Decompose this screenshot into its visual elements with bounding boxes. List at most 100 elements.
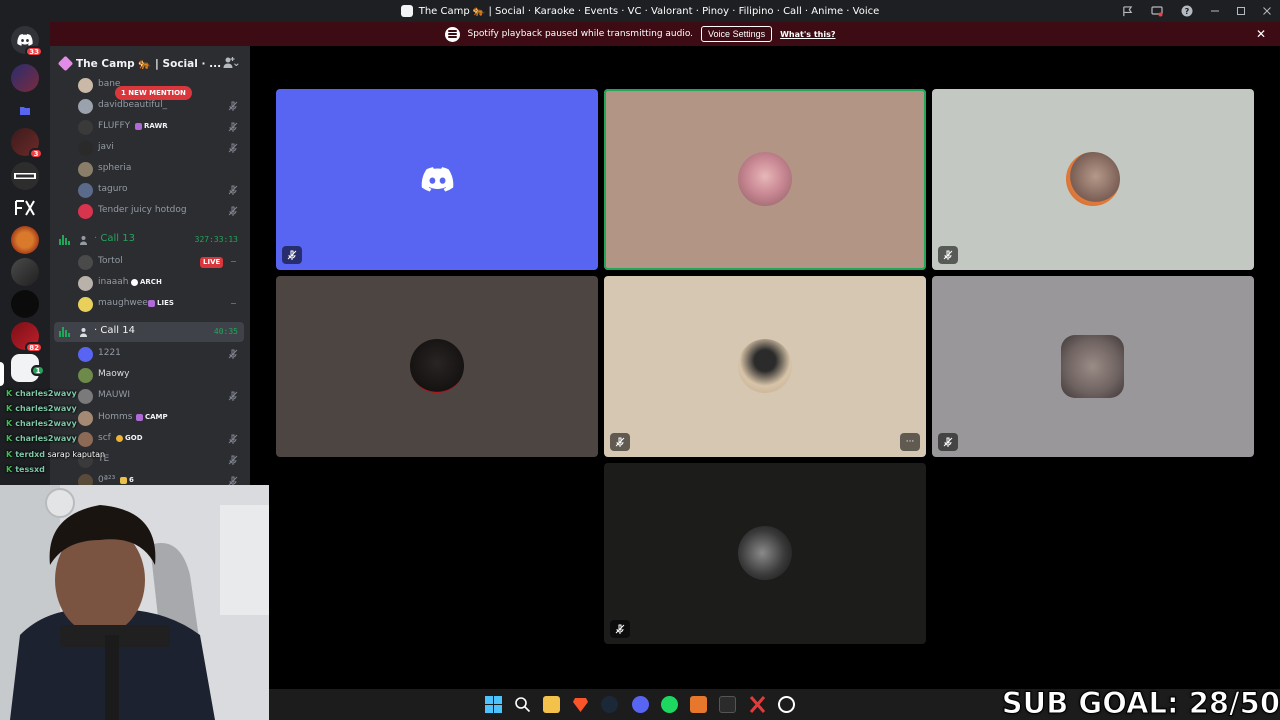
voice-channel-call-14[interactable]: · Call 14 40:35: [54, 322, 244, 342]
server-icon-1[interactable]: [11, 64, 39, 92]
server-icon-5[interactable]: 82: [11, 322, 43, 353]
member-name: davidbeautiful_: [98, 100, 168, 110]
channel-sidebar: The Camp 🐅 | Social · ... ⌄ 1 NEW MENTIO…: [50, 46, 250, 490]
boost-icon: [57, 55, 74, 71]
server-icon: [400, 5, 413, 17]
notice-text: Spotify playback paused while transmitti…: [467, 29, 694, 39]
voice-member[interactable]: 1221: [50, 344, 250, 365]
user-limit-icon: [80, 236, 87, 245]
app-icon-x[interactable]: [749, 696, 766, 713]
chat-line: Kcharles2wavy: [6, 404, 77, 413]
windows-start-icon[interactable]: [485, 696, 502, 713]
voice-member[interactable]: inaaah ARCH: [50, 273, 250, 294]
server-badge: 82: [25, 342, 43, 353]
close-window-icon[interactable]: [1254, 0, 1280, 22]
obs-icon[interactable]: [778, 696, 795, 713]
voice-member[interactable]: Tortol LIVE: [50, 252, 250, 273]
member-name: javi: [98, 142, 114, 152]
voice-member[interactable]: Homms CAMP: [50, 408, 250, 429]
voice-member[interactable]: taguro: [50, 180, 250, 201]
help-icon[interactable]: ?: [1172, 0, 1202, 22]
member-name: 1221: [98, 348, 121, 358]
window-title: The Camp 🐅 | Social · Karaoke · Events ·…: [400, 5, 879, 17]
server-icon-the-camp[interactable]: 1: [11, 354, 45, 382]
server-icon-fsn[interactable]: [11, 194, 39, 222]
avatar: [78, 99, 93, 114]
minimize-icon[interactable]: [1202, 0, 1228, 22]
voice-member[interactable]: scf GOD: [50, 429, 250, 450]
call-duration: 40:35: [213, 327, 238, 336]
inbox-flag-icon[interactable]: [1112, 0, 1142, 22]
spotify-taskbar-icon[interactable]: [661, 696, 678, 713]
tile-muted-icon: [610, 620, 630, 638]
participant-avatar: [738, 526, 792, 580]
server-icon-2[interactable]: 3: [11, 128, 43, 159]
search-icon[interactable]: [514, 696, 531, 713]
chat-line: Kcharles2wavy: [6, 389, 77, 398]
voice-member[interactable]: javi: [50, 138, 250, 159]
participant-avatar: [738, 339, 792, 393]
member-name: FLUFFY: [98, 121, 131, 131]
member-tag: RAWR: [135, 122, 168, 130]
voice-member[interactable]: spheria: [50, 159, 250, 180]
voice-channel-call-13[interactable]: · Call 13 327:33:13: [54, 230, 244, 250]
file-explorer-icon[interactable]: [543, 696, 560, 713]
video-tile[interactable]: [276, 276, 598, 457]
tile-more-options-icon[interactable]: ···: [900, 433, 920, 451]
title-bar: The Camp 🐅 | Social · Karaoke · Events ·…: [0, 0, 1280, 22]
tag-icon: [135, 122, 142, 130]
direct-messages-button[interactable]: 33: [11, 26, 43, 57]
video-tile[interactable]: ···: [604, 276, 926, 457]
voice-activity-icon: [59, 327, 70, 337]
member-tag: 6: [120, 476, 134, 484]
member-tag: ARCH: [131, 278, 162, 286]
brave-browser-icon[interactable]: [572, 696, 589, 713]
voice-member[interactable]: Maowy: [50, 365, 250, 386]
webcam-feed: [0, 485, 269, 720]
tag-icon: [148, 299, 155, 307]
server-badge: 3: [29, 148, 43, 159]
member-name: inaaah: [98, 277, 129, 287]
avatar: [78, 204, 93, 219]
member-name: Tortol: [98, 256, 123, 266]
video-tile-speaking[interactable]: [604, 89, 926, 270]
terminal-icon[interactable]: [719, 696, 736, 713]
app-icon-orange[interactable]: [690, 696, 707, 713]
server-icon-3[interactable]: [11, 258, 39, 286]
muted-mic-icon: [228, 391, 238, 401]
video-tile[interactable]: [276, 89, 598, 270]
invite-people-icon[interactable]: [222, 56, 236, 70]
live-badge: LIVE: [200, 257, 224, 268]
steam-icon[interactable]: [601, 696, 618, 713]
video-tile[interactable]: [932, 89, 1254, 270]
video-tile[interactable]: [932, 276, 1254, 457]
screen-share-icon[interactable]: [1142, 0, 1172, 22]
voice-settings-button[interactable]: Voice Settings: [701, 26, 773, 42]
voice-member[interactable]: Tender juicy hotdog: [50, 201, 250, 222]
voice-activity-icon: [59, 235, 70, 245]
participant-avatar: [1066, 152, 1120, 206]
avatar: [78, 276, 93, 291]
participant-avatar: [738, 152, 792, 206]
sub-goal-overlay: SUB GOAL: 28/50: [1001, 686, 1280, 720]
new-mention-pill[interactable]: 1 NEW MENTION: [115, 86, 192, 100]
server-icon-pizzeria[interactable]: [11, 226, 39, 254]
server-icon-sixnine[interactable]: [11, 162, 39, 190]
member-name: scf: [98, 433, 111, 443]
spotify-icon: [444, 26, 460, 42]
server-folder-icon[interactable]: [11, 96, 39, 124]
voice-member[interactable]: MAUWI: [50, 386, 250, 407]
avatar: [78, 78, 93, 93]
whats-this-link[interactable]: What's this?: [780, 30, 835, 39]
discord-taskbar-icon[interactable]: [632, 696, 649, 713]
voice-member[interactable]: maughwee LIES: [50, 294, 250, 315]
selected-server-indicator: [0, 362, 4, 386]
user-limit-icon: [80, 328, 87, 337]
server-icon-4[interactable]: [11, 290, 39, 318]
maximize-icon[interactable]: [1228, 0, 1254, 22]
chat-line: Kcharles2wavy: [6, 434, 77, 443]
voice-member[interactable]: FLUFFY RAWR: [50, 117, 250, 138]
video-tile[interactable]: [604, 463, 926, 644]
close-notice-icon[interactable]: ✕: [1256, 27, 1266, 41]
avatar: [78, 141, 93, 156]
